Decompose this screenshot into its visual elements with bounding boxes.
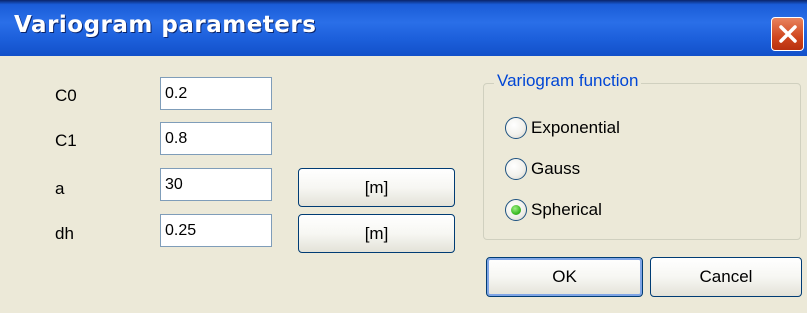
ok-label: OK (552, 267, 577, 286)
radio-selected-dot (511, 205, 521, 215)
close-icon (779, 25, 797, 43)
label-a: a (55, 179, 65, 198)
gauss-radio[interactable] (505, 158, 527, 180)
dialog-title: Variogram parameters (14, 12, 317, 38)
dialog-window: Variogram parameters C0 C1 a dh [m] [m] … (0, 0, 807, 313)
label-c0: C0 (55, 86, 77, 105)
dh-unit-label: [m] (364, 223, 389, 243)
label-c1: C1 (55, 131, 77, 150)
variogram-function-legend: Variogram function (494, 71, 642, 91)
dh-input[interactable] (160, 214, 272, 247)
a-unit-button[interactable]: [m] (298, 168, 455, 207)
title-bar[interactable]: Variogram parameters (0, 0, 807, 56)
exponential-label[interactable]: Exponential (531, 118, 620, 138)
cancel-label: Cancel (699, 267, 753, 286)
a-unit-label: [m] (364, 177, 389, 197)
exponential-radio[interactable] (505, 117, 527, 139)
a-input[interactable] (160, 168, 272, 201)
c0-input[interactable] (160, 77, 272, 110)
dh-unit-button[interactable]: [m] (298, 214, 455, 253)
ok-button[interactable]: OK (486, 257, 643, 297)
gauss-label[interactable]: Gauss (531, 159, 580, 179)
label-dh: dh (55, 224, 74, 243)
close-button[interactable] (771, 17, 804, 51)
spherical-label[interactable]: Spherical (531, 200, 602, 220)
c1-input[interactable] (160, 122, 272, 155)
cancel-button[interactable]: Cancel (650, 257, 802, 297)
spherical-radio[interactable] (505, 199, 527, 221)
